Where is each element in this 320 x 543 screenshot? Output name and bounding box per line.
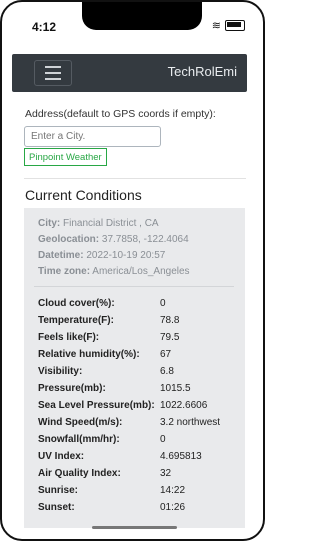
device-bezel: 4:12 ≋ TechRolEmi Address(default to GPS… <box>0 0 265 541</box>
metric-value: 1015.5 <box>160 383 191 394</box>
city-input[interactable] <box>24 126 161 147</box>
navbar: TechRolEmi <box>12 54 247 92</box>
city-label: City: <box>38 218 61 229</box>
home-indicator <box>92 526 177 529</box>
datetime-value: 2022-10-19 20:57 <box>86 250 166 261</box>
metric-value: 67 <box>160 349 172 360</box>
metric-value: 4.695813 <box>160 451 202 462</box>
geolocation-value: 37.7858, -122.4064 <box>101 234 189 245</box>
hamburger-icon-line <box>45 72 61 74</box>
location-info: City: Financial District , CA Geolocatio… <box>38 216 190 280</box>
metric-label: Relative humidity(%): <box>38 349 140 360</box>
menu-toggle-button[interactable] <box>34 60 72 86</box>
metric-label: Snowfall(mm/hr): <box>38 434 120 445</box>
metric-value: 1022.6606 <box>160 400 208 411</box>
metric-value: 32 <box>160 468 172 479</box>
metric-value: 14:22 <box>160 485 186 496</box>
geolocation-label: Geolocation: <box>38 234 100 245</box>
metric-label: Visibility: <box>38 366 83 377</box>
current-conditions-title: Current Conditions <box>25 187 142 203</box>
status-icons: ≋ <box>212 19 245 32</box>
metric-value: 78.8 <box>160 315 180 326</box>
datetime-row: Datetime: 2022-10-19 20:57 <box>38 248 190 264</box>
metric-label: Air Quality Index: <box>38 468 121 479</box>
metric-label: Feels like(F): <box>38 332 100 343</box>
pinpoint-weather-button[interactable]: Pinpoint Weather <box>24 148 107 166</box>
wifi-icon: ≋ <box>211 20 221 32</box>
city-row: City: Financial District , CA <box>38 216 190 232</box>
metric-value: 6.8 <box>160 366 174 377</box>
navbar-brand[interactable]: TechRolEmi <box>168 64 237 79</box>
timezone-row: Time zone: America/Los_Angeles <box>38 264 190 280</box>
metric-label: Sunset: <box>38 502 75 513</box>
city-value: Financial District , CA <box>63 218 159 229</box>
section-divider <box>24 178 246 179</box>
timezone-value: America/Los_Angeles <box>92 266 190 277</box>
metric-value: 3.2 northwest <box>160 417 221 428</box>
conditions-panel: City: Financial District , CA Geolocatio… <box>24 208 245 528</box>
panel-divider <box>34 286 234 287</box>
geolocation-row: Geolocation: 37.7858, -122.4064 <box>38 232 190 248</box>
notch <box>82 2 202 30</box>
metric-label: UV Index: <box>38 451 85 462</box>
metric-label: Temperature(F): <box>38 315 114 326</box>
metric-value: 79.5 <box>160 332 180 343</box>
metric-label: Pressure(mb): <box>38 383 106 394</box>
phone-frame: 4:12 ≋ TechRolEmi Address(default to GPS… <box>0 0 267 543</box>
metric-label: Sea Level Pressure(mb): <box>38 400 155 411</box>
metric-label: Sunrise: <box>38 485 79 496</box>
address-label: Address(default to GPS coords if empty): <box>25 108 216 120</box>
datetime-label: Datetime: <box>38 250 84 261</box>
hamburger-icon-line <box>45 78 61 80</box>
timezone-label: Time zone: <box>38 266 91 277</box>
metric-value: 0 <box>160 434 166 445</box>
metric-label: Cloud cover(%): <box>38 298 115 309</box>
hamburger-icon-line <box>45 66 61 68</box>
metric-value: 01:26 <box>160 502 186 513</box>
metric-value: 0 <box>160 298 166 309</box>
metric-label: Wind Speed(m/s): <box>38 417 123 428</box>
battery-icon <box>225 20 245 31</box>
status-time: 4:12 <box>32 20 57 34</box>
